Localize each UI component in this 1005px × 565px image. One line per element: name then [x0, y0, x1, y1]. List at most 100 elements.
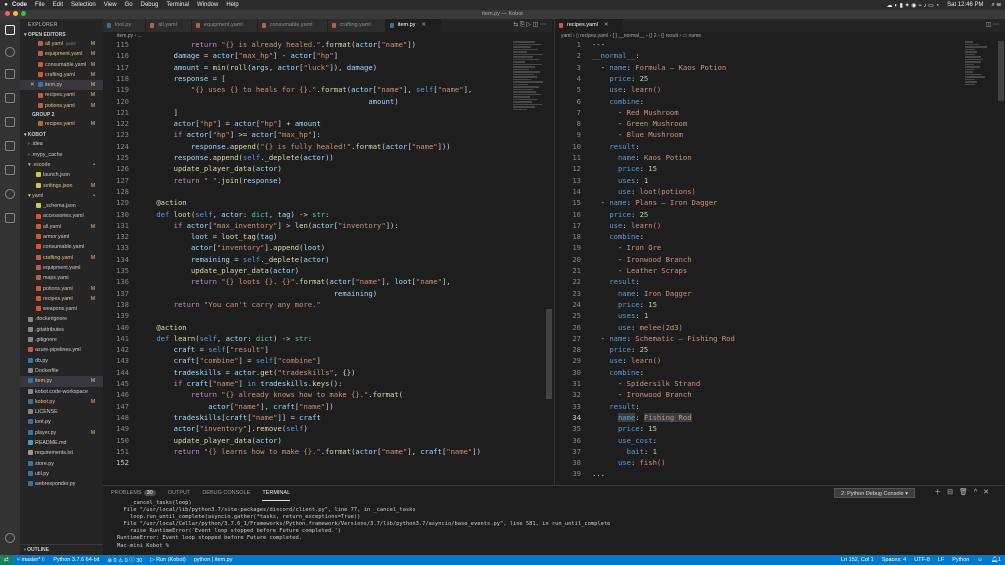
- menu-view[interactable]: View: [100, 2, 121, 8]
- open-editor-item[interactable]: recipes.yaml M: [20, 119, 103, 129]
- menu-window[interactable]: Window: [193, 2, 222, 8]
- file-item[interactable]: player.py M: [20, 428, 103, 438]
- folder-item[interactable]: › .mypy_cache: [20, 150, 103, 160]
- close-icon[interactable]: ✕: [30, 80, 34, 90]
- gear-icon[interactable]: [5, 533, 15, 543]
- panel-tools[interactable]: ＋⊟🗑︎^✕: [934, 488, 995, 498]
- file-item[interactable]: kobot.py M: [20, 397, 103, 407]
- file-item[interactable]: armor.yaml: [20, 232, 103, 242]
- close-icon[interactable]: ✕: [421, 22, 426, 28]
- file-item[interactable]: azure-pipelines.yml: [20, 345, 103, 355]
- language-mode[interactable]: Python: [948, 557, 973, 563]
- terminal-output[interactable]: _cancel_tasks(loop) File "/usr/local/lib…: [103, 500, 1005, 550]
- open-editor-item[interactable]: equipment.yaml M: [20, 49, 103, 59]
- project-section[interactable]: ▾ KOBOT: [20, 131, 103, 139]
- open-editor-item[interactable]: consumable.yaml M: [20, 60, 103, 70]
- tab-loot-py[interactable]: loot.py: [103, 19, 147, 32]
- search-icon[interactable]: [5, 47, 15, 57]
- file-item[interactable]: all.yaml M: [20, 222, 103, 232]
- menu-go[interactable]: Go: [121, 2, 137, 8]
- menu-file[interactable]: File: [31, 2, 49, 8]
- eol[interactable]: LF: [934, 557, 948, 563]
- open-editor-item[interactable]: ✕ item.py M: [20, 80, 103, 91]
- file-item[interactable]: crafting.yaml M: [20, 253, 103, 263]
- active-file-indicator[interactable]: python | item.py: [190, 557, 237, 563]
- open-editor-item[interactable]: crafting.yaml M: [20, 70, 103, 80]
- open-editors-section[interactable]: ▾ OPEN EDITORS: [20, 31, 103, 39]
- encoding[interactable]: UTF-8: [910, 557, 934, 563]
- menubar-clock[interactable]: Sat 12:46 PM: [943, 2, 987, 8]
- folder-item[interactable]: › .idea: [20, 139, 103, 149]
- folder-item[interactable]: ▾ yaml •: [20, 191, 103, 201]
- panel-tab-problems[interactable]: PROBLEMS 30: [111, 486, 156, 500]
- file-item[interactable]: requirements.txt: [20, 448, 103, 458]
- remote-indicator-icon[interactable]: ⇄: [0, 555, 13, 565]
- file-item[interactable]: settings.json M: [20, 181, 103, 191]
- tab-recipes-yaml[interactable]: recipes.yaml ✕: [555, 19, 624, 32]
- source-control-icon[interactable]: [5, 69, 15, 79]
- tab-crafting-yaml[interactable]: crafting.yaml: [327, 19, 386, 32]
- indentation[interactable]: Spaces: 4: [878, 557, 910, 563]
- menu-debug[interactable]: Debug: [137, 2, 163, 8]
- panel-tab-output[interactable]: OUTPUT: [168, 486, 191, 500]
- file-item[interactable]: accessories.yaml: [20, 211, 103, 221]
- problems-indicator[interactable]: ⊗ 0 ⚠ 0 ⓘ 30: [103, 556, 146, 564]
- file-item[interactable]: _schema.json: [20, 201, 103, 211]
- debug-icon[interactable]: [5, 93, 15, 103]
- menu-edit[interactable]: Edit: [49, 2, 67, 8]
- run-config[interactable]: ▷ Run (Kobot): [146, 557, 189, 563]
- editor2-breadcrumb[interactable]: yaml › ▯ recipes.yaml › [ ] __normal__ ›…: [555, 32, 1005, 40]
- terminal-select[interactable]: 2: Python Debug Console ▾: [834, 488, 915, 498]
- tab-equipment-yaml[interactable]: equipment.yaml: [191, 19, 258, 32]
- panel-tab-terminal[interactable]: TERMINAL: [262, 486, 291, 501]
- menu-code[interactable]: Code: [8, 2, 31, 8]
- menu-help[interactable]: Help: [222, 2, 242, 8]
- menu-terminal[interactable]: Terminal: [162, 2, 193, 8]
- file-item[interactable]: loot.py: [20, 417, 103, 427]
- open-editor-item[interactable]: recipes.yaml M: [20, 90, 103, 100]
- file-item[interactable]: weapons.yaml: [20, 304, 103, 314]
- file-item[interactable]: LICENSE: [20, 407, 103, 417]
- minimap[interactable]: [513, 40, 545, 170]
- apple-icon[interactable]: ●: [0, 2, 8, 8]
- tab-item-py[interactable]: item.py ✕: [385, 19, 442, 32]
- outline-section[interactable]: › OUTLINE: [20, 544, 103, 555]
- notifications-icon[interactable]: 🔔︎1: [987, 557, 1005, 563]
- file-item[interactable]: kobot.code-workspace: [20, 387, 103, 397]
- explorer-icon[interactable]: [5, 25, 15, 35]
- file-item[interactable]: consumable.yaml: [20, 242, 103, 252]
- editor-actions[interactable]: ◫ ⋯: [986, 19, 999, 32]
- file-item[interactable]: equipment.yaml: [20, 263, 103, 273]
- file-item[interactable]: .dockerignore: [20, 314, 103, 324]
- open-editor-item[interactable]: all.yaml yaml M: [20, 39, 103, 49]
- file-item[interactable]: Dockerfile: [20, 366, 103, 376]
- live-share-icon[interactable]: [5, 189, 15, 199]
- file-item[interactable]: store.py: [20, 459, 103, 469]
- file-item[interactable]: .gitattributes: [20, 325, 103, 335]
- file-item[interactable]: db.py: [20, 356, 103, 366]
- file-item[interactable]: util.py: [20, 469, 103, 479]
- python-interpreter[interactable]: Python 3.7.6 64-bit: [49, 557, 103, 563]
- tab-consumable-yaml[interactable]: consumable.yaml: [257, 19, 328, 32]
- close-window-icon[interactable]: [5, 11, 10, 16]
- extensions-icon[interactable]: [5, 141, 15, 151]
- folder-item[interactable]: ▾ .vscode •: [20, 160, 103, 170]
- tab-all-yaml[interactable]: all.yaml: [146, 19, 192, 32]
- menu-selection[interactable]: Selection: [67, 2, 100, 8]
- open-editor-item[interactable]: potions.yaml M: [20, 101, 103, 111]
- branch-indicator[interactable]: ⑂ master* ⟳: [13, 557, 50, 563]
- file-item[interactable]: maps.yaml: [20, 273, 103, 283]
- file-item[interactable]: recipes.yaml M: [20, 294, 103, 304]
- editor1-scrollbar[interactable]: [546, 309, 552, 399]
- file-item[interactable]: README.md: [20, 438, 103, 448]
- file-item[interactable]: item.py M: [20, 376, 103, 387]
- feedback-icon[interactable]: ☺: [973, 557, 987, 563]
- close-icon[interactable]: ✕: [604, 22, 609, 28]
- editor-actions[interactable]: ⇆ ⎘ ▷ ◫ ⋯: [513, 19, 546, 32]
- file-item[interactable]: .gitignore: [20, 335, 103, 345]
- minimap-2[interactable]: [965, 40, 997, 170]
- remote-explorer-icon[interactable]: [5, 117, 15, 127]
- file-item[interactable]: launch.json: [20, 170, 103, 180]
- panel-tab-debug-console[interactable]: DEBUG CONSOLE: [202, 486, 250, 500]
- editor1-breadcrumb[interactable]: item.py › ...: [103, 32, 552, 40]
